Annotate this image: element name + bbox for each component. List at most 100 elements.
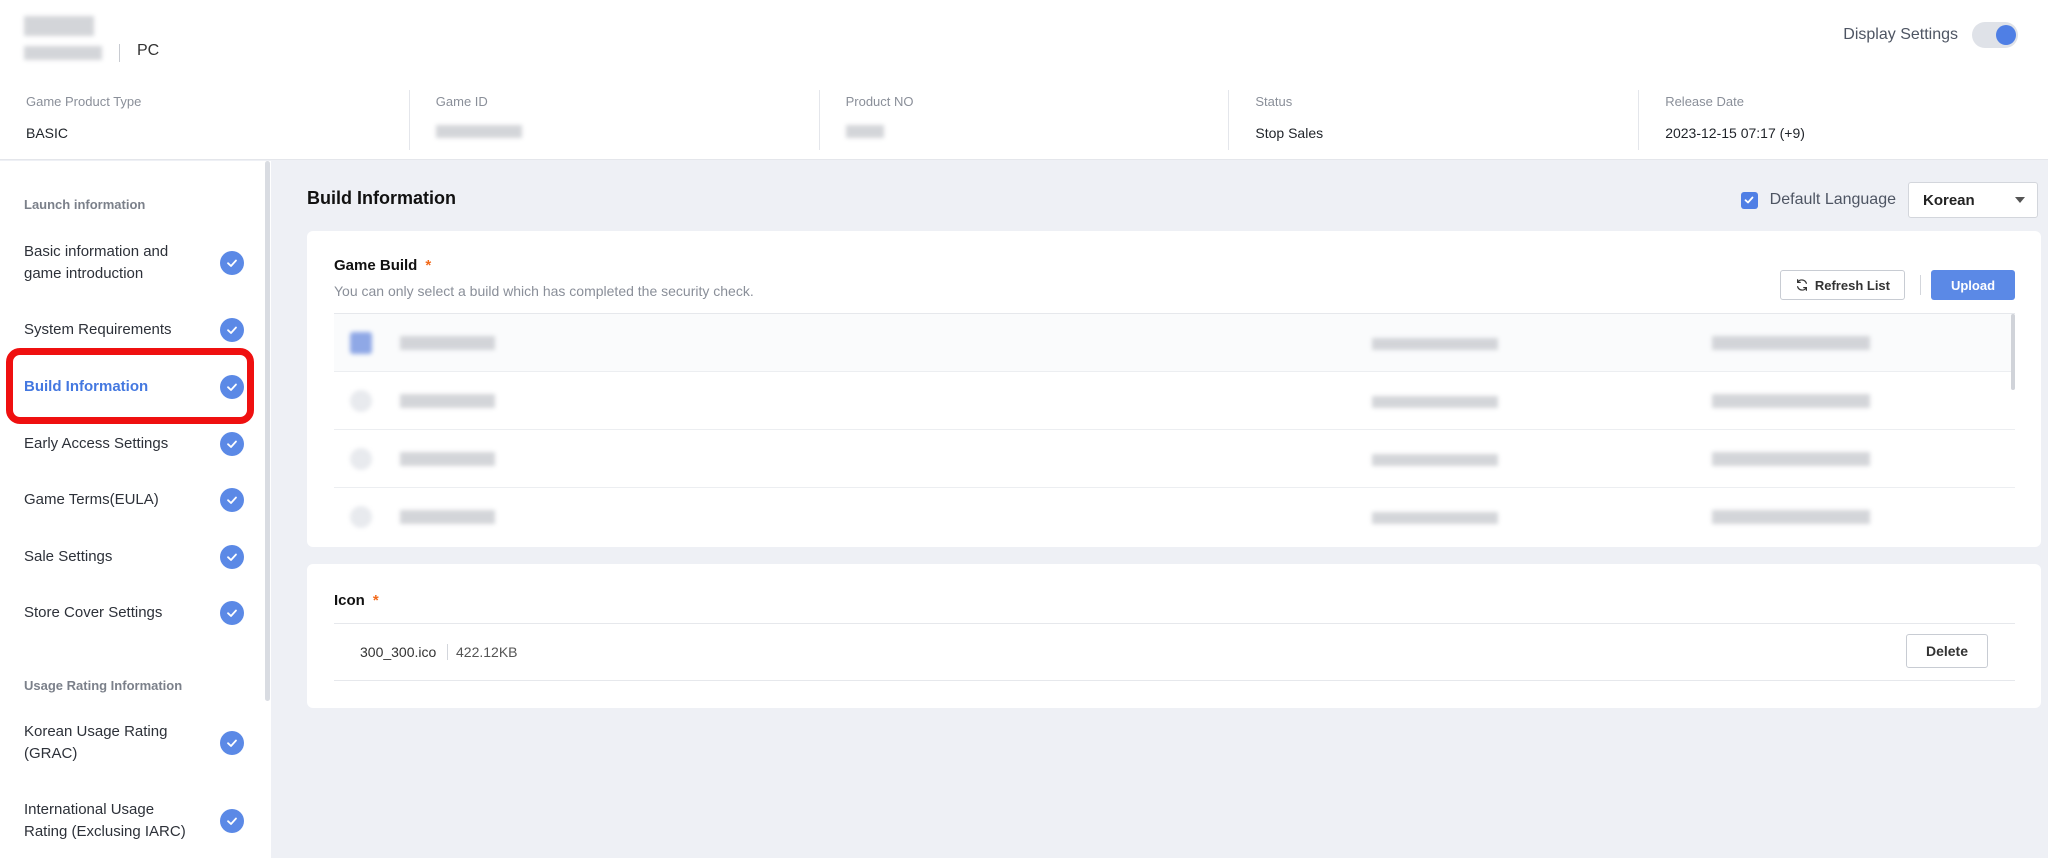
meta-value (435, 125, 819, 141)
meta-label: Product NO (845, 94, 914, 109)
build-date-blurred (1712, 452, 1870, 466)
sidebar-item-basic-info[interactable]: Basic information and game introduction (24, 241, 244, 285)
meta-value (845, 125, 1229, 141)
build-name-blurred (400, 394, 495, 408)
sidebar: Launch information Basic information and… (0, 161, 271, 858)
build-name-blurred (400, 336, 495, 350)
delete-button[interactable]: Delete (1906, 634, 1988, 668)
file-size: 422.12KB (456, 644, 518, 660)
build-row[interactable] (334, 314, 2015, 372)
sidebar-item-korean-rating[interactable]: Korean Usage Rating (GRAC) (24, 721, 244, 765)
sidebar-item-label: Basic information and game introduction (24, 243, 169, 282)
language-select-value: Korean (1923, 191, 1975, 209)
upload-button[interactable]: Upload (1931, 270, 2015, 300)
icon-file-row: 300_300.ico 422.12KB Delete (334, 623, 2015, 681)
sidebar-item-sale-settings[interactable]: Sale Settings (24, 545, 244, 569)
build-row[interactable] (334, 430, 2015, 488)
meta-label: Game ID (435, 94, 488, 109)
check-icon (220, 809, 244, 833)
sidebar-item-international-rating[interactable]: International Usage Rating (Exclusing IA… (24, 799, 244, 843)
refresh-list-button[interactable]: Refresh List (1779, 270, 1905, 300)
product-meta: Game Product Type BASIC Game ID Product … (0, 90, 2048, 150)
sidebar-item-label: Early Access Settings (24, 435, 169, 452)
build-row[interactable] (334, 372, 2015, 430)
build-row[interactable] (334, 488, 2015, 533)
display-settings: Display Settings (1843, 22, 2018, 48)
sidebar-item-system-requirements[interactable]: System Requirements (24, 318, 244, 342)
required-mark: * (425, 257, 432, 274)
game-build-hint: You can only select a build which has co… (334, 283, 754, 299)
game-id-blurred (435, 125, 522, 138)
default-language-checkbox[interactable] (1740, 191, 1758, 209)
sidebar-item-label: Korean Usage Rating (GRAC) (24, 723, 168, 762)
display-settings-label: Display Settings (1843, 26, 1958, 43)
platform-label: PC (137, 42, 160, 59)
meta-value: 2023-12-15 07:17 (+9) (1665, 125, 1805, 141)
build-version-blurred (1372, 454, 1498, 466)
meta-product-type: Game Product Type BASIC (0, 90, 409, 150)
sidebar-section-usage-rating: Usage Rating Information (24, 678, 183, 693)
icon-title: Icon * (334, 592, 379, 609)
product-title-blurred (24, 16, 94, 36)
sidebar-section-launch: Launch information (24, 197, 146, 212)
toggle-knob (1996, 25, 2016, 45)
meta-label: Status (1255, 94, 1293, 109)
meta-release-date: Release Date 2023-12-15 07:17 (+9) (1638, 90, 2048, 150)
sidebar-item-label: Game Terms(EULA) (24, 491, 159, 508)
meta-value: BASIC (26, 125, 69, 141)
sidebar-item-store-cover[interactable]: Store Cover Settings (24, 601, 244, 625)
language-select[interactable]: Korean (1908, 182, 2038, 218)
radio-icon[interactable] (350, 506, 372, 528)
check-icon (220, 731, 244, 755)
check-icon (220, 601, 244, 625)
highlight-box (6, 348, 254, 424)
build-version-blurred (1372, 396, 1498, 408)
check-icon (220, 545, 244, 569)
meta-product-no: Product NO (818, 90, 1229, 150)
product-header: PC Display Settings Game Product Type BA… (0, 0, 2048, 160)
file-name: 300_300.ico (360, 644, 437, 660)
build-name-blurred (400, 510, 495, 524)
build-list (334, 313, 2015, 533)
game-build-title: Game Build * (334, 257, 432, 274)
meta-status: Status Stop Sales (1228, 90, 1638, 150)
radio-icon[interactable] (350, 448, 372, 470)
check-icon (220, 318, 244, 342)
build-name-blurred (400, 452, 495, 466)
meta-value: Stop Sales (1255, 125, 1324, 141)
build-date-blurred (1712, 336, 1870, 350)
meta-game-id: Game ID (408, 90, 819, 150)
build-version-blurred (1372, 512, 1498, 524)
refresh-icon (1796, 279, 1807, 291)
sidebar-item-label: Sale Settings (24, 548, 113, 565)
icon-card: Icon * 300_300.ico 422.12KB Delete (307, 564, 2041, 708)
build-list-scrollbar[interactable] (2011, 314, 2015, 390)
chevron-down-icon (2015, 197, 2025, 203)
product-no-blurred (845, 125, 884, 138)
meta-label: Game Product Type (26, 94, 142, 109)
sidebar-item-label: System Requirements (24, 321, 172, 338)
sidebar-scrollbar[interactable] (265, 161, 270, 701)
build-date-blurred (1712, 510, 1870, 524)
build-select-icon[interactable] (350, 332, 372, 354)
sidebar-item-label: International Usage Rating (Exclusing IA… (24, 801, 186, 840)
radio-icon[interactable] (350, 390, 372, 412)
check-icon (220, 488, 244, 512)
sidebar-item-label: Store Cover Settings (24, 604, 163, 621)
build-date-blurred (1712, 394, 1870, 408)
divider (1920, 275, 1921, 295)
sidebar-item-early-access[interactable]: Early Access Settings (24, 432, 244, 456)
check-icon (220, 251, 244, 275)
build-version-blurred (1372, 338, 1498, 350)
sidebar-item-game-terms[interactable]: Game Terms(EULA) (24, 488, 244, 512)
product-subtitle-blurred (24, 46, 102, 60)
language-controls: Default Language Korean (1740, 182, 2038, 218)
divider (119, 44, 120, 62)
meta-label: Release Date (1665, 94, 1744, 109)
display-settings-toggle[interactable] (1972, 22, 2018, 48)
game-build-card: Game Build * You can only select a build … (307, 231, 2041, 547)
check-icon (220, 432, 244, 456)
default-language-label: Default Language (1769, 191, 1896, 208)
refresh-list-label: Refresh List (1814, 277, 1890, 293)
divider (447, 644, 448, 660)
